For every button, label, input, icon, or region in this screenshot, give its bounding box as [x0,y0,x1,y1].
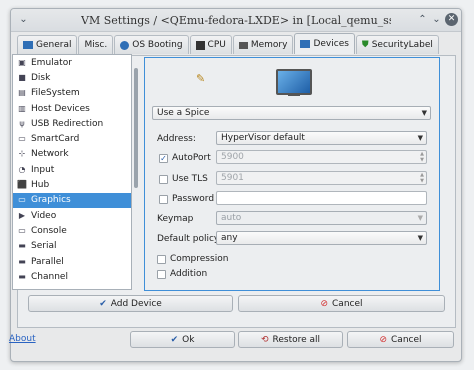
tab-cpu[interactable]: CPU [189,35,232,54]
list-item[interactable]: ▶ Video [13,208,131,223]
list-item[interactable]: ▬ Serial [13,239,131,254]
window-title: VM Settings / <QEmu-fedora-LXDE> in [Loc… [81,14,391,27]
disc-icon [120,40,130,50]
list-item[interactable]: ▬ Parallel [13,254,131,269]
input-icon: ◔ [18,164,26,174]
list-item[interactable]: ◔ Input [13,162,131,177]
disk-icon: ■ [18,72,26,82]
list-item[interactable]: ⊹ Network [13,147,131,162]
chevron-down-icon: ▼ [417,234,423,242]
addition-label: Addition [170,269,208,279]
list-item[interactable]: ψ USB Redirection [13,116,131,131]
folder-icon: ▤ [18,88,26,98]
down-icon[interactable]: ⌄ [430,13,443,26]
list-item[interactable]: ▬ Channel [13,269,131,284]
parallel-icon: ▬ [18,256,26,266]
keymap-select[interactable]: auto ▼ [216,211,427,225]
device-list[interactable]: ▣ Emulator ■ Disk ▤ FileSystem ▥ Host Device… [12,54,132,290]
device-list-scrollbar[interactable] [131,64,140,278]
list-item[interactable]: ▥ Host Devices [13,101,131,116]
list-item[interactable]: ▣ Emulator [13,55,131,70]
serial-icon: ▬ [18,241,26,251]
tab-general[interactable]: General [17,35,78,54]
list-item[interactable]: ■ Disk [13,70,131,85]
tls-label: Use TLS [172,174,208,184]
tab-misc[interactable]: Misc. [78,35,114,54]
shield-icon: ⛊ [361,40,369,50]
about-link[interactable]: About [9,334,36,344]
compression-label: Compression [170,254,229,264]
add-device-button[interactable]: ✔ Add Device [28,295,233,312]
autoport-checkbox[interactable]: ✓ [159,154,168,163]
chevron-down-icon: ▼ [421,109,427,117]
list-item[interactable]: ▭ Console [13,223,131,238]
channel-icon: ▬ [18,271,26,281]
password-field[interactable] [216,191,427,205]
emulator-icon: ▣ [18,57,26,67]
compression-checkbox[interactable] [157,255,166,264]
checkmark-icon: ✔ [170,334,179,345]
tab-security-label[interactable]: ⛊ SecurityLabel [355,35,439,54]
cancel-device-button[interactable]: ⊘ Cancel [238,295,445,312]
cancel-icon: ⊘ [320,298,329,309]
autoport-label: AutoPort [172,153,211,163]
chevron-down-icon: ▼ [417,214,423,222]
tab-devices[interactable]: Devices [294,33,355,54]
tab-os-booting[interactable]: OS Booting [114,35,189,54]
spinner-icon: ▲ ▼ [420,151,424,163]
address-select[interactable]: HyperVisor default ▼ [216,131,427,145]
tab-memory[interactable]: Memory [232,35,294,54]
addition-checkbox[interactable] [157,270,166,279]
pen-icon: ✎ [196,72,206,85]
cpu-icon [195,40,205,50]
video-icon: ▶ [18,210,26,220]
console-icon: ▭ [18,225,26,235]
tls-port-field[interactable]: 5901 ▲ ▼ [216,171,427,185]
password-label: Password [172,194,215,204]
chevron-down-icon[interactable]: ⌄ [17,13,30,26]
general-icon [23,41,33,49]
close-icon[interactable]: ✕ [445,13,458,26]
spinner-icon: ▲ ▼ [420,172,424,184]
network-icon: ⊹ [18,149,26,159]
list-item[interactable]: ▭ Graphics [13,192,131,208]
list-item[interactable]: ▭ SmartCard [13,131,131,146]
hub-icon: ⬛ [17,180,27,190]
chevron-down-icon: ▼ [417,134,423,142]
memory-icon [238,41,248,49]
graphics-icon: ▭ [18,195,26,205]
cancel-icon: ⊘ [379,334,388,345]
scrollbar-thumb[interactable] [134,68,138,188]
restore-all-button[interactable]: ⟲ Restore all [238,331,343,348]
host-devices-icon: ▥ [18,103,26,113]
usb-icon: ψ [19,118,25,128]
password-checkbox[interactable] [159,195,168,204]
graphics-type-select[interactable]: Use a Spice ▼ [152,106,431,120]
default-policy-label: Default policy [157,234,220,244]
title-bar[interactable]: ⌄ VM Settings / <QEmu-fedora-LXDE> in [L… [11,9,461,32]
tls-checkbox[interactable] [159,175,168,184]
autoport-field[interactable]: 5900 ▲ ▼ [216,150,427,164]
default-policy-select[interactable]: any ▼ [216,231,427,245]
devices-icon [300,40,311,48]
list-item[interactable]: ⬛ Hub [13,177,131,192]
tab-bar: General Misc. OS Booting CPU Memory Devi… [17,33,439,55]
list-item[interactable]: ▤ FileSystem [13,86,131,101]
checkmark-icon: ✔ [99,298,107,309]
address-label: Address: [157,134,196,144]
keymap-label: Keymap [157,214,194,224]
up-icon[interactable]: ⌃ [416,13,429,26]
smartcard-icon: ▭ [18,134,26,144]
restore-icon: ⟲ [260,334,269,345]
ok-button[interactable]: ✔ Ok [130,331,235,348]
monitor-icon [276,69,312,96]
cancel-button[interactable]: ⊘ Cancel [347,331,454,348]
